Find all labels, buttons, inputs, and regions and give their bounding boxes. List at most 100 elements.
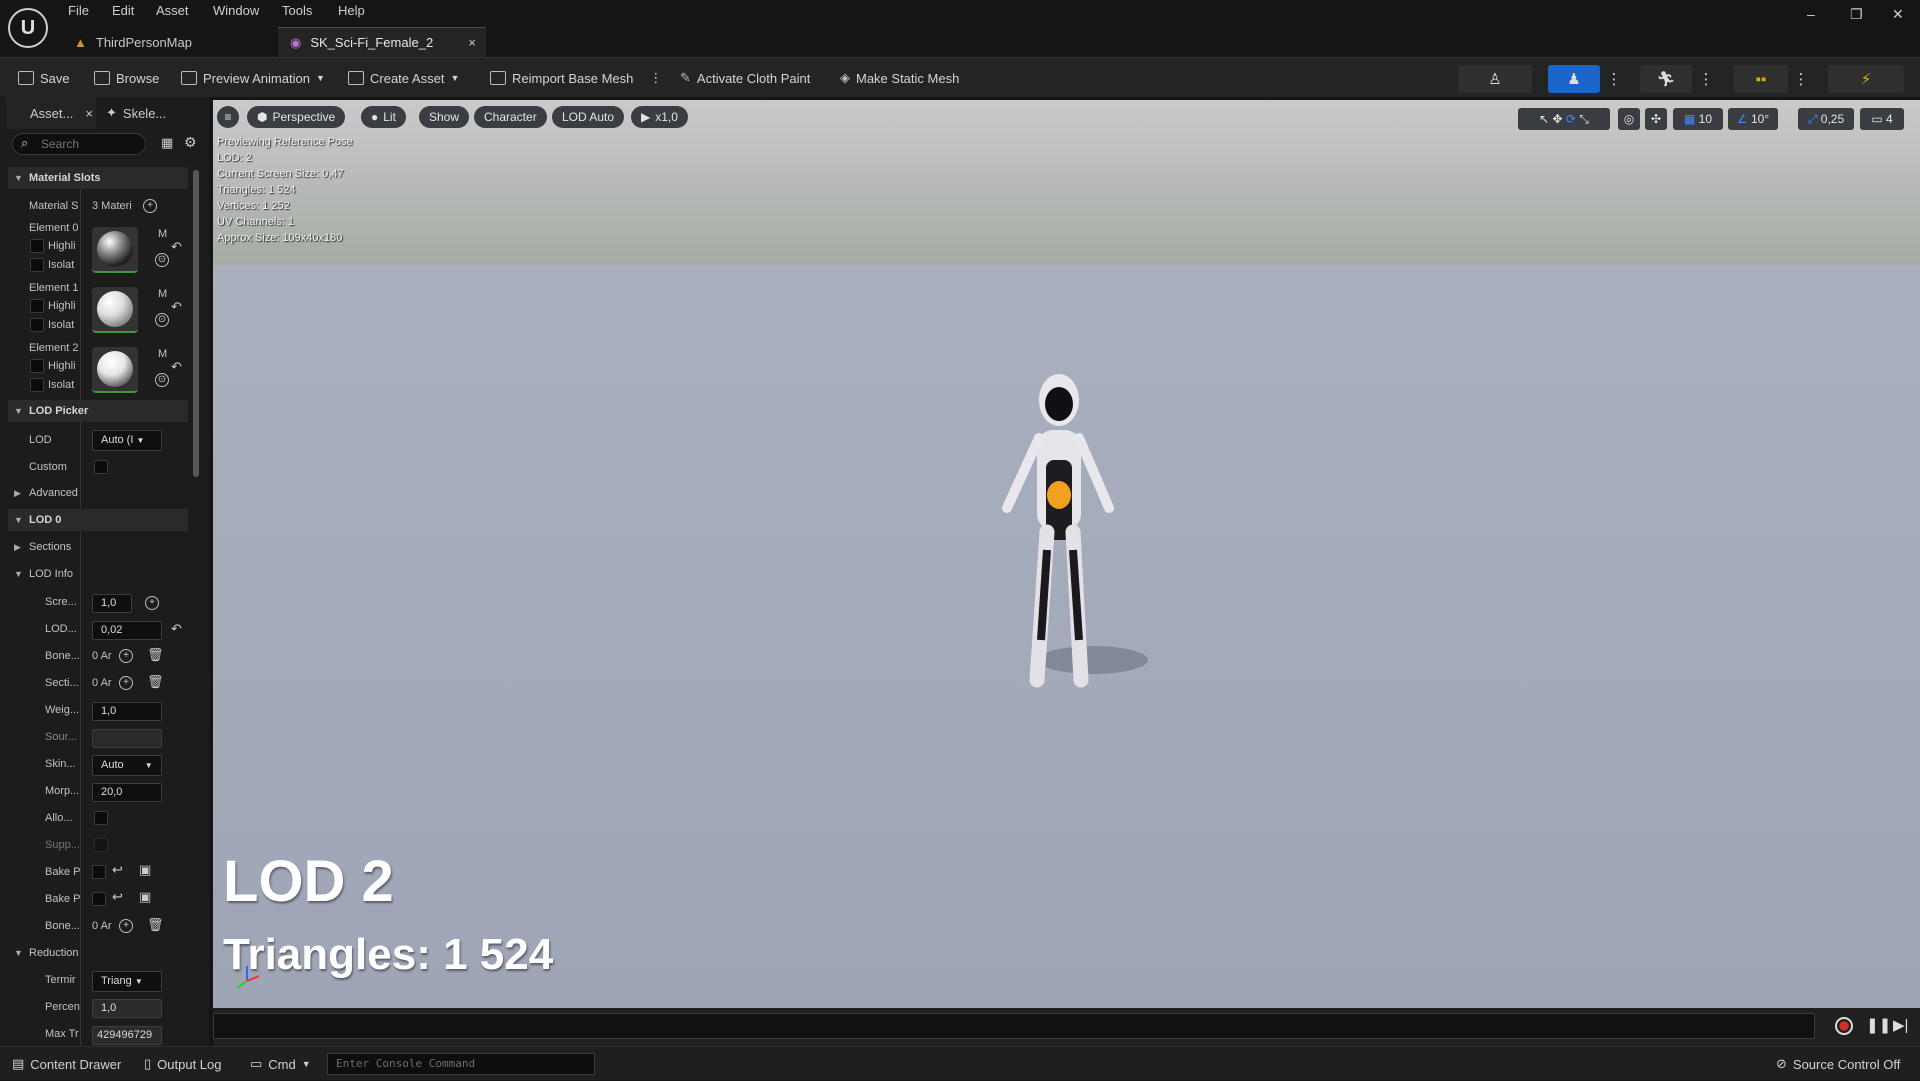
console-command-input[interactable]: Enter Console Command [327,1053,595,1075]
category-reduction[interactable]: ▼ Reduction [8,942,188,964]
browse-material-icon[interactable]: ⊙ [155,373,169,387]
material-thumbnail-0[interactable] [92,227,138,273]
details-search-input[interactable]: Search [12,133,146,155]
skin-cache-dropdown[interactable]: Auto ▼ [92,755,162,776]
tab-close-icon[interactable]: × [85,106,93,121]
blueprint-mode-button[interactable]: ▪▪ [1734,65,1788,93]
category-sections[interactable]: ▶ Sections [8,536,188,558]
close-window-icon[interactable]: ✕ [1892,6,1904,23]
lod-dropdown[interactable]: Auto (I ▼ [92,430,162,451]
add-icon[interactable]: + [119,919,133,933]
preview-animation-button[interactable]: Preview Animation ▼ [181,58,325,98]
add-icon[interactable]: + [119,649,133,663]
menu-file[interactable]: File [68,3,89,18]
material-thumbnail-1[interactable] [92,287,138,333]
tab-close-icon[interactable]: × [468,35,476,50]
reset-icon[interactable]: ↶ [171,621,182,637]
animation-mode-options[interactable]: ⋮ [1695,65,1717,93]
content-drawer-button[interactable]: ▤ Content Drawer [12,1047,121,1081]
reset-icon[interactable]: ↶ [171,299,182,315]
highlight-checkbox[interactable] [30,239,44,253]
custom-lod-checkbox[interactable] [94,460,108,474]
menu-help[interactable]: Help [338,3,365,18]
trash-icon[interactable]: 🗑︎ [147,917,164,933]
more-options-icon[interactable]: ⋮ [649,70,662,86]
timeline-track[interactable] [213,1013,1815,1039]
viewport-menu-button[interactable]: ≡ [217,106,239,128]
trash-icon[interactable]: 🗑︎ [147,674,164,690]
scale-snap-button[interactable]: ⤢ 0,25 [1798,108,1854,130]
category-lod-info[interactable]: ▼ LOD Info [8,563,188,585]
table-view-icon[interactable]: ▦ [161,135,173,151]
select-icon[interactable]: ↖ [1539,112,1549,126]
tab-skeleton-tree[interactable]: ✦ Skele... [106,97,196,129]
isolate-checkbox[interactable] [30,378,44,392]
category-material-slots[interactable]: ▼ Material Slots [8,167,188,189]
cmd-dropdown[interactable]: ▭ Cmd ▼ [250,1047,311,1081]
screen-size-field[interactable]: 1,0 [92,594,132,613]
camera-speed-button[interactable]: ▭ 4 [1860,108,1904,130]
pick-asset-icon[interactable]: ↩ [112,889,123,905]
menu-asset[interactable]: Asset [156,3,189,18]
menu-edit[interactable]: Edit [112,3,134,18]
morph-target-field[interactable]: 20,0 [92,783,162,802]
tab-thirdpersonmap[interactable]: ▲ ThirdPersonMap [62,27,272,57]
animation-mode-button[interactable]: 🏃︎ [1640,65,1692,93]
browse-material-icon[interactable]: ⊙ [155,253,169,267]
browse-folder-icon[interactable]: ▣ [139,862,151,878]
add-icon[interactable]: + [145,596,159,610]
category-advanced[interactable]: ▶ Advanced [8,482,188,504]
termination-dropdown[interactable]: Triang ▼ [92,971,162,992]
skeleton-mode-button[interactable]: ♙ [1458,65,1532,93]
reset-icon[interactable]: ↶ [171,359,182,375]
category-lod-picker[interactable]: ▼ LOD Picker [8,400,188,422]
lod-auto-button[interactable]: LOD Auto [552,106,625,128]
pick-asset-icon[interactable]: ↩ [112,862,123,878]
tab-asset-details[interactable]: Asset... × [6,97,96,129]
minimize-icon[interactable]: – [1807,6,1815,22]
show-button[interactable]: Show [419,106,470,128]
isolate-checkbox[interactable] [30,258,44,272]
playback-speed-button[interactable]: ▶ x1,0 [631,106,688,128]
browse-material-icon[interactable]: ⊙ [155,313,169,327]
create-asset-button[interactable]: Create Asset ▼ [348,58,459,98]
mesh-mode-options[interactable]: ⋮ [1603,65,1625,93]
source-control-button[interactable]: ⊘ Source Control Off [1776,1047,1900,1081]
unreal-logo-icon[interactable]: U [8,8,48,48]
reset-icon[interactable]: ↶ [171,239,182,255]
highlight-checkbox[interactable] [30,359,44,373]
rotate-icon[interactable]: ⟳ [1566,112,1576,126]
bake-pose-override-picker[interactable] [92,892,106,906]
perspective-button[interactable]: ⬢ Perspective [247,106,346,128]
category-lod-0[interactable]: ▼ LOD 0 [8,509,188,531]
lod-hysteresis-field[interactable]: 0,02 [92,621,162,640]
reimport-base-mesh-button[interactable]: Reimport Base Mesh ⋮ [490,58,662,98]
trash-icon[interactable]: 🗑︎ [147,647,164,663]
allow-checkbox[interactable] [94,811,108,825]
max-triangles-field[interactable]: 429496729 [92,1026,162,1045]
isolate-checkbox[interactable] [30,318,44,332]
move-icon[interactable]: ✥ [1552,112,1562,126]
preview-viewport[interactable]: ≡ ⬢ Perspective ● Lit Show Character LOD A… [213,100,1920,1008]
blueprint-mode-options[interactable]: ⋮ [1790,65,1812,93]
pause-icon[interactable]: ❚❚ [1866,1016,1891,1034]
make-static-mesh-button[interactable]: ◈ Make Static Mesh [840,58,959,98]
record-icon[interactable] [1835,1017,1853,1035]
settings-icon[interactable]: ⚙ [184,134,197,151]
material-thumbnail-2[interactable] [92,347,138,393]
percent-field[interactable]: 1,0 [92,999,162,1018]
character-button[interactable]: Character [474,106,547,128]
bake-pose-picker[interactable] [92,865,106,879]
browse-button[interactable]: Browse [94,58,159,98]
output-log-button[interactable]: ▯ Output Log [144,1047,221,1081]
add-material-icon[interactable]: + [143,199,157,213]
save-button[interactable]: Save [18,58,70,98]
tab-sk-sci-fi-female[interactable]: ◉ SK_Sci-Fi_Female_2 × [278,27,486,57]
scale-icon[interactable]: ⤡ [1579,112,1589,126]
surface-snap-toggle[interactable]: ✣ [1645,108,1667,130]
browse-folder-icon[interactable]: ▣ [139,889,151,905]
highlight-checkbox[interactable] [30,299,44,313]
rotation-snap-button[interactable]: ∠ 10° [1728,108,1778,130]
step-forward-icon[interactable]: ▶| [1893,1016,1908,1034]
menu-window[interactable]: Window [213,3,259,18]
